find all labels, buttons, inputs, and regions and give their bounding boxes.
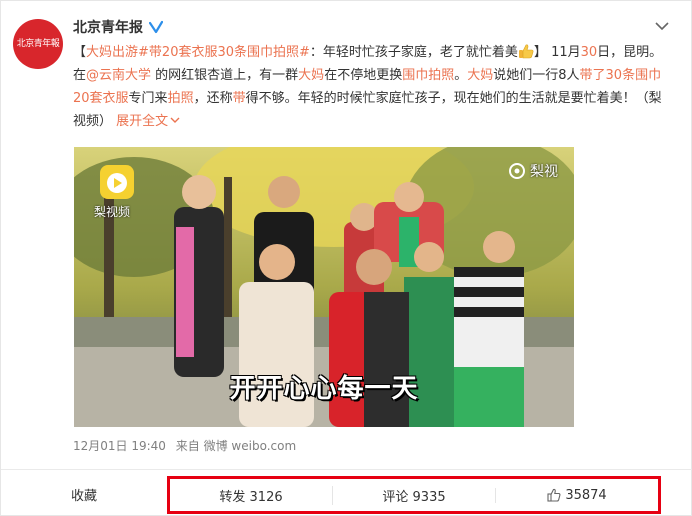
post-source[interactable]: 微博 weibo.com — [204, 439, 297, 453]
action-bar-highlight: 转发 3126 评论 9335 35874 — [167, 476, 661, 514]
video-watermark: 梨视 — [508, 161, 558, 181]
topic-link-main[interactable]: #带20套衣服30条围巾拍照# — [138, 45, 310, 60]
thumbs-up-emoji-icon — [518, 44, 534, 59]
weibo-post-card: 北京青年報 北京青年报 【大妈出游#带20套衣服30条围巾拍照#：年轻时忙孩子家… — [0, 0, 692, 516]
post-source-prefix: 来自 — [175, 439, 200, 453]
post-meta: 12月01日 19:40 来自 微博 weibo.com — [73, 437, 302, 454]
verified-badge-icon — [149, 20, 163, 34]
like-button[interactable]: 35874 — [495, 487, 658, 503]
expand-chevron-icon — [170, 117, 180, 123]
avatar[interactable]: 北京青年報 — [13, 19, 63, 69]
account-name[interactable]: 北京青年报 — [73, 17, 143, 37]
avatar-logo-text: 北京青年報 — [16, 38, 60, 49]
chevron-down-icon[interactable] — [655, 21, 669, 31]
pear-video-logo-label: 梨视频 — [94, 205, 131, 219]
favorite-button[interactable]: 收藏 — [1, 485, 167, 504]
thumbs-up-icon — [547, 488, 561, 502]
video-caption: 开开心心每一天 — [229, 374, 419, 404]
like-count: 35874 — [565, 487, 607, 503]
repost-button[interactable]: 转发 3126 — [170, 486, 332, 505]
comment-label: 评论 9335 — [382, 489, 446, 505]
actions-divider — [1, 469, 692, 470]
username-row: 北京青年报 — [73, 17, 163, 37]
watermark-logo-icon — [509, 163, 525, 179]
post-text: 【大妈出游#带20套衣服30条围巾拍照#：年轻时忙孩子家庭，老了就忙着美】 11… — [73, 44, 663, 129]
comment-button[interactable]: 评论 9335 — [332, 485, 495, 505]
pear-video-logo-icon — [100, 165, 134, 199]
mention-link[interactable]: @云南大学 — [86, 68, 151, 83]
repost-label: 转发 3126 — [219, 489, 283, 505]
topic-link-dama-chuyou[interactable]: 大妈出游 — [86, 45, 138, 60]
video-player[interactable]: 梨视频 梨视 开开心心每一天 — [74, 147, 574, 427]
post-timestamp[interactable]: 12月01日 19:40 — [73, 439, 166, 453]
expand-full-text-link[interactable]: 展开全文 — [116, 114, 168, 129]
